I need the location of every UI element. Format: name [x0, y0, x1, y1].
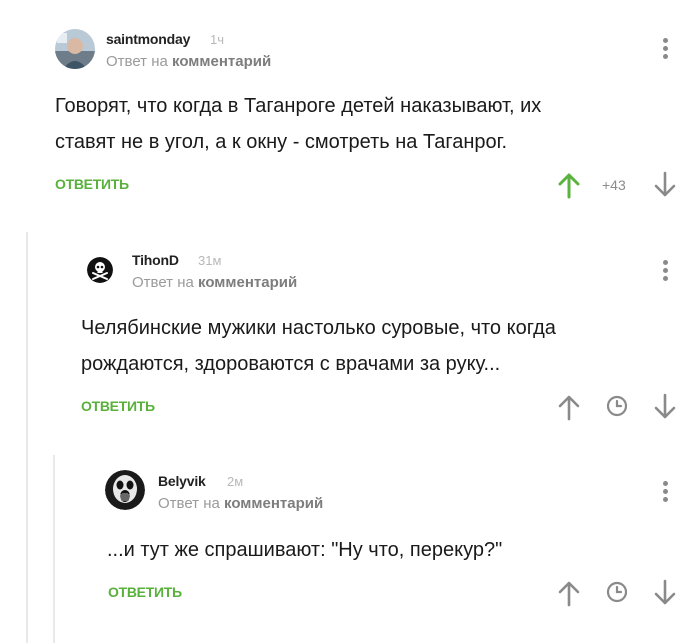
comment-text-line: рождаются, здороваются с врачами за руку…: [81, 353, 501, 375]
reply-to-line: Ответ на комментарий: [158, 495, 323, 512]
comment-text: Говорят, что когда в Таганроге детей нак…: [55, 88, 541, 160]
arrow-down-icon[interactable]: [653, 171, 677, 199]
thread-line-level-1: [26, 232, 28, 643]
avatar[interactable]: [55, 29, 95, 69]
reply-button[interactable]: ОТВЕТИТЬ: [81, 398, 155, 414]
reply-to-prefix: Ответ на: [158, 495, 220, 512]
comment-username[interactable]: saintmonday: [106, 31, 190, 47]
comment-time: 31м: [198, 253, 222, 268]
comment-username[interactable]: TihonD: [132, 252, 179, 268]
reply-to-link[interactable]: комментарий: [198, 274, 297, 291]
thread-line-level-2: [53, 455, 55, 643]
reply-to-link[interactable]: комментарий: [224, 495, 323, 512]
comment-text-line: Челябинские мужики настолько суровые, чт…: [81, 317, 556, 339]
comment-text: Челябинские мужики настолько суровые, чт…: [81, 310, 556, 382]
comment-username[interactable]: Belyvik: [158, 473, 206, 489]
clock-icon[interactable]: [606, 395, 628, 417]
reply-to-link[interactable]: комментарий: [172, 53, 271, 70]
more-vertical-icon[interactable]: [663, 481, 669, 505]
reply-button[interactable]: ОТВЕТИТЬ: [55, 176, 129, 192]
arrow-up-icon[interactable]: [557, 579, 581, 607]
clock-icon[interactable]: [606, 581, 628, 603]
reply-button[interactable]: ОТВЕТИТЬ: [108, 584, 182, 600]
comment-text-line: ...и тут же спрашивают: "Ну что, перекур…: [107, 539, 503, 561]
comment-text-line: Говорят, что когда в Таганроге детей нак…: [55, 95, 542, 117]
reply-to-prefix: Ответ на: [106, 53, 168, 70]
reply-to-line: Ответ на комментарий: [106, 53, 271, 70]
avatar[interactable]: [87, 257, 113, 283]
arrow-down-icon[interactable]: [653, 579, 677, 607]
comment-time: 1ч: [210, 32, 225, 47]
comment-text: ...и тут же спрашивают: "Ну что, перекур…: [107, 532, 502, 568]
comment-time: 2м: [227, 474, 244, 489]
reply-to-prefix: Ответ на: [132, 274, 194, 291]
arrow-up-icon[interactable]: [557, 393, 581, 421]
comment-text-line: ставят не в угол, а к окну - смотреть на…: [55, 131, 508, 153]
avatar[interactable]: [105, 470, 145, 510]
rating-value: +43: [602, 177, 626, 193]
more-vertical-icon[interactable]: [663, 38, 669, 62]
reply-to-line: Ответ на комментарий: [132, 274, 297, 291]
more-vertical-icon[interactable]: [663, 260, 669, 284]
arrow-down-icon[interactable]: [653, 393, 677, 421]
arrow-up-icon[interactable]: [557, 171, 581, 199]
